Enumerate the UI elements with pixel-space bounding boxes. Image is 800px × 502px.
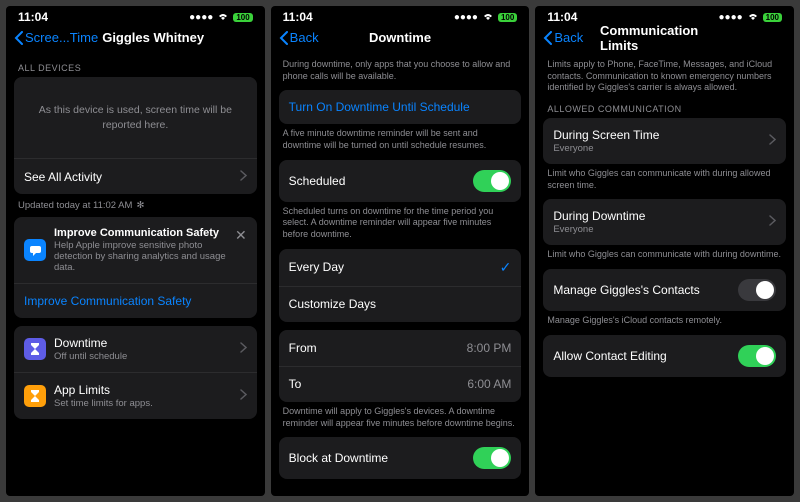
downtime-sub: Off until schedule	[54, 351, 127, 362]
to-label: To	[289, 377, 302, 391]
app-limits-row[interactable]: App Limits Set time limits for apps.	[14, 372, 257, 419]
scheduled-row: Scheduled	[279, 160, 522, 202]
during-screen-time-row[interactable]: During Screen Time Everyone	[543, 118, 786, 164]
improve-safety-link[interactable]: Improve Communication Safety	[14, 283, 257, 318]
turn-on-footer: A five minute downtime reminder will be …	[283, 128, 518, 151]
page-title: Giggles Whitney	[102, 30, 204, 45]
status-bar: 11:04 ●●●● 100	[271, 6, 530, 26]
app-limits-sub: Set time limits for apps.	[54, 398, 153, 409]
ddt-label: During Downtime	[553, 209, 645, 223]
scheduled-toggle[interactable]	[473, 170, 511, 192]
manage-footer: Manage Giggles's iCloud contacts remotel…	[547, 315, 782, 327]
downtime-label: Downtime	[54, 336, 127, 350]
hourglass-icon	[24, 338, 46, 360]
hourglass-icon	[24, 385, 46, 407]
back-label: Scree...Time	[25, 30, 98, 45]
customize-days-label: Customize Days	[289, 297, 376, 311]
manage-contacts-toggle[interactable]	[738, 279, 776, 301]
page-title: Communication Limits	[600, 23, 729, 53]
close-icon[interactable]: ✕	[229, 227, 247, 244]
from-row[interactable]: From 8:00 PM	[279, 330, 522, 366]
downtime-row[interactable]: Downtime Off until schedule	[14, 326, 257, 372]
improve-safety-card: Improve Communication Safety Help Apple …	[14, 217, 257, 318]
battery-icon: 100	[763, 13, 782, 22]
downtime-screen: 11:04 ●●●● 100 Back Downtime During down…	[271, 6, 530, 496]
checkmark-icon: ✓	[500, 259, 512, 276]
to-value: 6:00 AM	[467, 377, 511, 391]
allow-edit-toggle[interactable]	[738, 345, 776, 367]
every-day-row[interactable]: Every Day ✓	[279, 249, 522, 286]
chevron-right-icon	[240, 389, 247, 403]
updated-timestamp-row: Updated today at 11:02 AM ✻	[18, 200, 253, 211]
screen-time-screen: 11:04 ●●●● 100 Scree...Time Giggles Whit…	[6, 6, 265, 496]
from-label: From	[289, 341, 317, 355]
back-button[interactable]: Scree...Time	[14, 30, 98, 45]
chevron-right-icon	[240, 342, 247, 356]
section-header-allowed: ALLOWED COMMUNICATION	[547, 104, 782, 114]
chat-bubble-icon	[24, 239, 46, 261]
back-label: Back	[290, 30, 319, 45]
dst-footer: Limit who Giggles can communicate with d…	[547, 168, 782, 191]
see-all-label: See All Activity	[24, 170, 102, 184]
nav-bar: Back Downtime	[271, 26, 530, 53]
usage-report-placeholder: As this device is used, screen time will…	[14, 77, 257, 158]
signal-icon: ●●●●	[718, 12, 742, 23]
improve-safety-body: Help Apple improve sensitive photo detec…	[54, 240, 229, 273]
status-time: 11:04	[18, 10, 48, 24]
time-footer: Downtime will apply to Giggles's devices…	[283, 406, 518, 429]
improve-safety-title: Improve Communication Safety	[54, 227, 229, 239]
to-row[interactable]: To 6:00 AM	[279, 366, 522, 402]
nav-bar: Back Communication Limits	[535, 26, 794, 53]
chevron-right-icon	[240, 170, 247, 184]
section-header-devices: ALL DEVICES	[18, 63, 253, 73]
back-button[interactable]: Back	[543, 30, 583, 45]
app-limits-label: App Limits	[54, 383, 153, 397]
ddt-footer: Limit who Giggles can communicate with d…	[547, 249, 782, 261]
block-toggle[interactable]	[473, 447, 511, 469]
page-title: Downtime	[369, 30, 431, 45]
scheduled-label: Scheduled	[289, 174, 346, 188]
ddt-sub: Everyone	[553, 224, 645, 235]
from-value: 8:00 PM	[467, 341, 512, 355]
block-label: Block at Downtime	[289, 451, 388, 465]
see-all-activity-row[interactable]: See All Activity	[14, 158, 257, 194]
signal-icon: ●●●●	[189, 12, 213, 23]
turn-on-downtime-button[interactable]: Turn On Downtime Until Schedule	[279, 90, 522, 124]
communication-limits-screen: 11:04 ●●●● 100 Back Communication Limits…	[535, 6, 794, 496]
downtime-intro: During downtime, only apps that you choo…	[283, 59, 518, 82]
during-downtime-row[interactable]: During Downtime Everyone	[543, 199, 786, 245]
chevron-right-icon	[769, 215, 776, 229]
wifi-icon	[217, 11, 229, 24]
customize-days-row[interactable]: Customize Days	[279, 286, 522, 322]
updated-timestamp: Updated today at 11:02 AM	[18, 200, 132, 211]
status-time: 11:04	[547, 10, 577, 24]
wifi-icon	[747, 11, 759, 24]
comm-limits-intro: Limits apply to Phone, FaceTime, Message…	[547, 59, 782, 94]
wifi-icon	[482, 11, 494, 24]
chevron-right-icon	[769, 134, 776, 148]
back-button[interactable]: Back	[279, 30, 319, 45]
dst-label: During Screen Time	[553, 128, 659, 142]
block-at-downtime-row: Block at Downtime	[279, 437, 522, 479]
scheduled-footer: Scheduled turns on downtime for the time…	[283, 206, 518, 241]
manage-contacts-row: Manage Giggles's Contacts	[543, 269, 786, 311]
signal-icon: ●●●●	[454, 12, 478, 23]
status-time: 11:04	[283, 10, 313, 24]
back-label: Back	[554, 30, 583, 45]
battery-icon: 100	[233, 13, 252, 22]
loading-spinner-icon: ✻	[136, 200, 144, 211]
allow-edit-label: Allow Contact Editing	[553, 349, 666, 363]
dst-sub: Everyone	[553, 143, 659, 154]
status-bar: 11:04 ●●●● 100	[6, 6, 265, 26]
every-day-label: Every Day	[289, 260, 344, 274]
nav-bar: Scree...Time Giggles Whitney	[6, 26, 265, 53]
manage-label: Manage Giggles's Contacts	[553, 283, 699, 297]
allow-contact-editing-row: Allow Contact Editing	[543, 335, 786, 377]
battery-icon: 100	[498, 13, 517, 22]
